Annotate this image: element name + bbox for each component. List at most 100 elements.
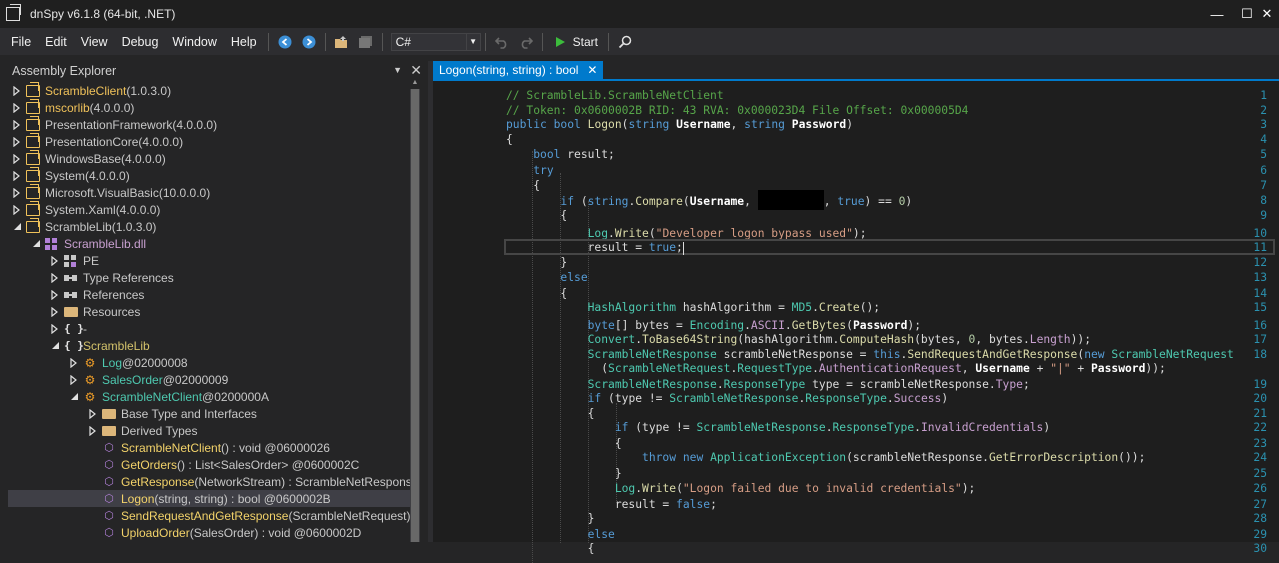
forward-icon[interactable] <box>299 32 319 52</box>
menu-help[interactable]: Help <box>224 35 264 49</box>
code-line[interactable]: if (type != ScrambleNetResponse.Response… <box>506 392 949 405</box>
menu-debug[interactable]: Debug <box>115 35 166 49</box>
code-line[interactable]: else <box>506 271 587 284</box>
tree-item[interactable]: ⚙ SalesOrder @02000009 <box>8 371 411 388</box>
menu-view[interactable]: View <box>74 35 115 49</box>
code-line[interactable]: { <box>506 287 567 300</box>
minimize-button[interactable]: — <box>1200 0 1234 28</box>
tree-item[interactable]: ⬡ GetResponse (NetworkStream) : ScrambleNe… <box>8 473 411 490</box>
expand-arrow-icon[interactable] <box>12 170 22 181</box>
collapse-arrow-icon[interactable] <box>69 392 79 402</box>
code-line[interactable]: result = true; <box>506 241 684 255</box>
expand-arrow-icon[interactable] <box>12 102 22 113</box>
code-line[interactable]: if (string.Compare(Username, , true) == … <box>506 189 912 210</box>
tree-item[interactable]: { } ScrambleLib <box>8 337 411 354</box>
expand-arrow-icon[interactable] <box>69 374 79 385</box>
tree-item[interactable]: System (4.0.0.0) <box>8 166 411 184</box>
expand-arrow-icon[interactable] <box>12 119 22 130</box>
code-line[interactable]: Log.Write("Logon failed due to invalid c… <box>506 482 976 495</box>
code-line[interactable]: // ScrambleLib.ScrambleNetClient <box>506 89 724 102</box>
close-tab-icon[interactable]: ✕ <box>587 63 597 77</box>
code-line[interactable]: } <box>506 512 595 525</box>
code-line[interactable]: bool result; <box>506 148 615 161</box>
code-line[interactable]: HashAlgorithm hashAlgorithm = MD5.Create… <box>506 301 880 314</box>
expand-arrow-icon[interactable] <box>50 323 60 334</box>
save-all-icon[interactable] <box>356 32 376 52</box>
panel-menu-icon[interactable]: ▼ <box>393 65 402 75</box>
expand-arrow-icon[interactable] <box>12 85 22 96</box>
tree-item[interactable]: ⬡ UploadOrder (SalesOrder) : void @0600002… <box>8 524 411 541</box>
code-line[interactable]: Log.Write("Developer logon bypass used")… <box>506 227 867 240</box>
tree-item[interactable]: Base Type and Interfaces <box>8 405 411 422</box>
tree-item[interactable]: System.Xaml (4.0.0.0) <box>8 200 411 218</box>
tree-item[interactable]: ⚙ Log @02000008 <box>8 354 411 371</box>
tree-item[interactable]: ⬡ Logon (string, string) : bool @0600002B <box>8 490 411 507</box>
start-button[interactable]: Start <box>553 35 598 49</box>
menu-edit[interactable]: Edit <box>38 35 74 49</box>
expand-arrow-icon[interactable] <box>12 187 22 198</box>
search-icon[interactable] <box>615 32 635 52</box>
close-panel-icon[interactable]: ✕ <box>410 62 422 79</box>
tree-item[interactable]: ScrambleClient (1.0.3.0) <box>8 82 411 99</box>
tree-item[interactable]: ⚙ ScrambleNetClient @0200000A <box>8 388 411 405</box>
tab-logon[interactable]: Logon(string, string) : bool ✕ <box>433 61 604 79</box>
expand-arrow-icon[interactable] <box>50 255 60 266</box>
code-line[interactable]: Convert.ToBase64String(hashAlgorithm.Com… <box>506 333 1091 346</box>
tree-item[interactable]: ScrambleLib.dll <box>8 235 411 252</box>
code-line[interactable]: } <box>506 467 622 480</box>
tree-item[interactable]: ⬡ SendRequestAndGetResponse (ScrambleNetRe… <box>8 507 411 524</box>
tree-item[interactable]: Type References <box>8 269 411 286</box>
expand-arrow-icon[interactable] <box>50 289 60 300</box>
tree-item[interactable]: References <box>8 286 411 303</box>
tree-item[interactable]: WindowsBase (4.0.0.0) <box>8 149 411 167</box>
expand-arrow-icon[interactable] <box>88 425 98 436</box>
code-line[interactable]: if (type != ScrambleNetResponse.Response… <box>506 421 1050 434</box>
open-icon[interactable] <box>332 32 352 52</box>
undo-icon[interactable] <box>492 32 512 52</box>
menu-window[interactable]: Window <box>165 35 223 49</box>
code-line[interactable]: { <box>506 437 622 450</box>
expand-arrow-icon[interactable] <box>12 136 22 147</box>
code-line[interactable]: // Token: 0x0600002B RID: 43 RVA: 0x0000… <box>506 104 969 117</box>
code-line[interactable]: { <box>506 179 540 192</box>
back-icon[interactable] <box>275 32 295 52</box>
tree-item[interactable]: PE <box>8 252 411 269</box>
tree-item[interactable]: Derived Types <box>8 422 411 439</box>
expand-arrow-icon[interactable] <box>12 153 22 164</box>
tree-scrollbar[interactable] <box>410 89 420 542</box>
scroll-up-icon[interactable]: ▲ <box>410 79 420 89</box>
tree-item[interactable]: Microsoft.VisualBasic (10.0.0.0) <box>8 183 411 201</box>
expand-arrow-icon[interactable] <box>88 408 98 419</box>
code-line[interactable]: { <box>506 209 567 222</box>
code-line[interactable]: result = false; <box>506 498 717 511</box>
collapse-arrow-icon[interactable] <box>31 239 41 249</box>
code-line[interactable]: throw new ApplicationException(scrambleN… <box>506 451 1145 464</box>
tree-item[interactable]: PresentationCore (4.0.0.0) <box>8 132 411 150</box>
expand-arrow-icon[interactable] <box>50 306 60 317</box>
tree-item[interactable]: Resources <box>8 303 411 320</box>
expand-arrow-icon[interactable] <box>50 272 60 283</box>
tree-item[interactable]: { } - <box>8 320 411 337</box>
expand-arrow-icon[interactable] <box>12 204 22 215</box>
code-line[interactable]: public bool Logon(string Username, strin… <box>506 118 853 131</box>
code-view[interactable]: 1 // ScrambleLib.ScrambleNetClient 2 // Tok… <box>433 83 1279 563</box>
redo-icon[interactable] <box>516 32 536 52</box>
code-line[interactable]: { <box>506 542 595 555</box>
tree-item[interactable]: ⬡ GetOrders() : List<SalesOrder> @0600002… <box>8 456 411 473</box>
close-window-button[interactable]: ✕ <box>1255 0 1279 28</box>
code-line[interactable]: ScrambleNetResponse scrambleNetResponse … <box>506 348 1234 361</box>
collapse-arrow-icon[interactable] <box>12 222 22 232</box>
menu-file[interactable]: File <box>4 35 38 49</box>
scrollbar-thumb[interactable] <box>411 89 419 542</box>
expand-arrow-icon[interactable] <box>69 357 79 368</box>
code-line[interactable]: { <box>506 407 595 420</box>
tree-item[interactable]: PresentationFramework (4.0.0.0) <box>8 115 411 133</box>
code-line[interactable]: (ScrambleNetRequest.RequestType.Authenti… <box>506 362 1166 375</box>
language-select[interactable]: C# ▼ <box>390 32 481 51</box>
tree-item[interactable]: ScrambleLib (1.0.3.0) <box>8 217 411 235</box>
tree-item[interactable]: mscorlib (4.0.0.0) <box>8 98 411 116</box>
code-line[interactable]: ScrambleNetResponse.ResponseType type = … <box>506 378 1030 391</box>
tree-item[interactable]: ⬡ ScrambleNetClient() : void @06000026 <box>8 439 411 456</box>
code-line[interactable]: { <box>506 133 513 146</box>
code-line[interactable]: try <box>506 164 553 177</box>
